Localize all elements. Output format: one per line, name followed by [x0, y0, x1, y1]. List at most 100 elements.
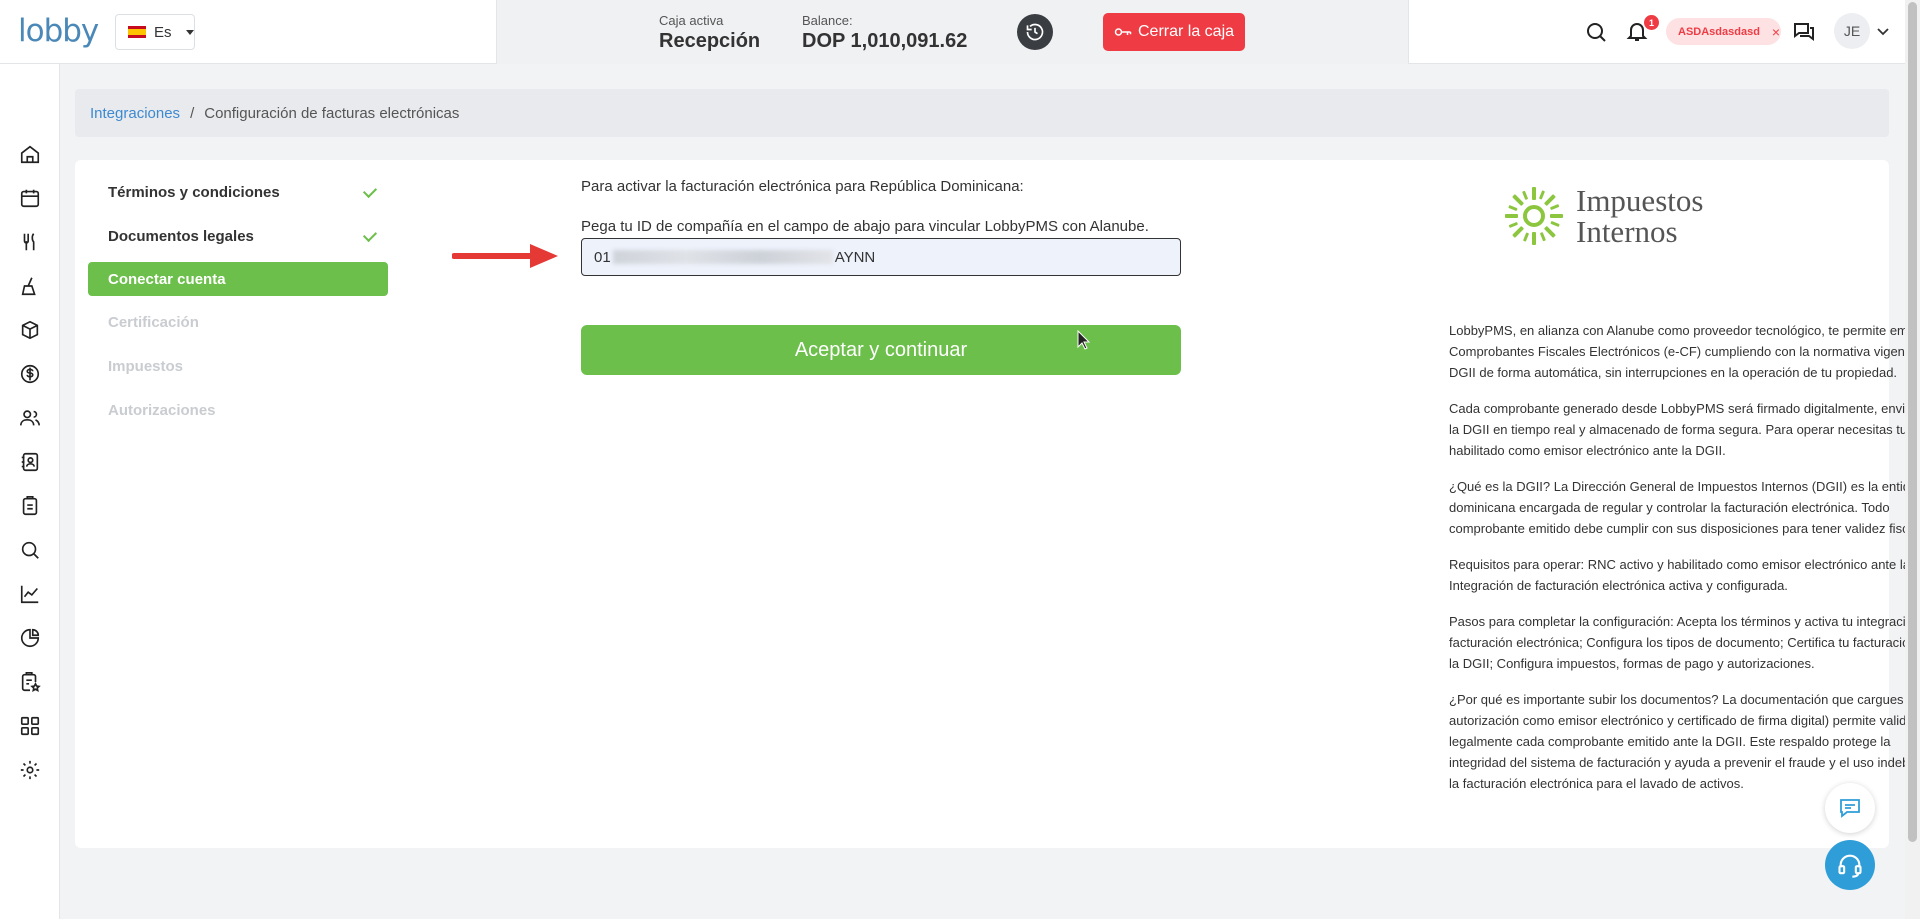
home-icon [20, 145, 40, 164]
dgii-wordmark: Impuestos Internos [1576, 185, 1703, 247]
caret-down-icon [185, 29, 194, 35]
close-cash-button[interactable]: Cerrar la caja [1103, 13, 1245, 51]
grid-icon [20, 716, 40, 736]
sidebar-item-inventory[interactable] [18, 318, 42, 342]
info-paragraph: Requisitos para operar: RNC activo y hab… [1449, 557, 1920, 593]
gear-icon [20, 760, 40, 780]
breadcrumb-integraciones-link[interactable]: Integraciones [90, 105, 180, 122]
address-book-icon [21, 452, 39, 472]
sidebar-item-settings[interactable] [18, 758, 42, 782]
info-paragraph: ¿Por qué es importante subir los documen… [1449, 692, 1920, 791]
info-paragraph: ¿Qué es la DGII? La Dirección General de… [1449, 479, 1920, 536]
pie-chart-icon [20, 628, 40, 648]
info-paragraph: Cada comprobante generado desde LobbyPMS… [1449, 401, 1920, 458]
search-icon [1587, 23, 1606, 42]
cash-register-bar: Caja activa Recepción Balance: DOP 1,010… [496, 0, 1409, 64]
breadcrumb-separator: / [190, 104, 195, 122]
step-terms[interactable]: Términos y condiciones [88, 174, 388, 210]
info-paragraph: Pasos para completar la configuración: A… [1449, 614, 1920, 671]
box-icon [21, 320, 39, 340]
step-label: Términos y condiciones [108, 183, 280, 201]
property-tag-label: ASDAsdasdasd [1678, 25, 1760, 38]
messages-button[interactable] [1792, 20, 1816, 44]
sidebar-item-calendar[interactable] [18, 186, 42, 210]
setup-steps: Términos y condiciones Documentos legale… [88, 174, 388, 436]
sidebar-item-guests[interactable] [18, 406, 42, 430]
balance: Balance: DOP 1,010,091.62 [802, 13, 967, 53]
app-logo[interactable]: lobby [18, 13, 99, 49]
breadcrumb-current: Configuración de facturas electrónicas [204, 104, 460, 122]
active-cash-label: Caja activa [659, 13, 724, 28]
language-selector[interactable]: Es [115, 14, 195, 50]
info-paragraph: LobbyPMS, en alianza con Alanube como pr… [1449, 323, 1920, 380]
close-cash-label: Cerrar la caja [1137, 23, 1235, 40]
breadcrumb: Integraciones / Configuración de factura… [75, 89, 1889, 137]
fork-knife-icon [23, 233, 35, 251]
chevron-down-icon[interactable] [1876, 24, 1890, 38]
step-certification: Certificación [88, 304, 388, 340]
main-card: Términos y condiciones Documentos legale… [75, 160, 1920, 848]
step-label: Autorizaciones [108, 401, 216, 419]
cash-history-button[interactable] [1017, 14, 1053, 50]
search-button[interactable] [1584, 20, 1608, 44]
sidebar-item-contacts[interactable] [18, 450, 42, 474]
sidebar-item-reviews[interactable] [18, 670, 42, 694]
dgii-line2: Internos [1576, 214, 1678, 249]
accept-continue-button[interactable]: Aceptar y continuar [581, 325, 1181, 375]
step-connect-account[interactable]: Conectar cuenta [88, 262, 388, 296]
close-icon[interactable]: × [1772, 24, 1780, 40]
scrollbar-thumb[interactable] [1908, 2, 1917, 842]
dgii-line1: Impuestos [1576, 183, 1704, 218]
support-button[interactable] [1825, 840, 1875, 890]
key-icon [1114, 28, 1132, 36]
clipboard-star-icon [21, 672, 41, 692]
history-icon [1026, 23, 1044, 41]
user-avatar[interactable]: JE [1834, 13, 1870, 49]
info-panel: LobbyPMS, en alianza con Alanube como pr… [1449, 320, 1920, 809]
top-bar: lobby Es Caja activa Recepción Balance: … [0, 0, 1905, 64]
spain-flag-icon [128, 26, 146, 38]
sidebar-item-home[interactable] [18, 142, 42, 166]
step-label: Impuestos [108, 357, 184, 375]
broom-icon [21, 277, 36, 296]
chat-bubble-icon [1840, 799, 1860, 818]
line-chart-icon [20, 585, 39, 604]
step-legal-documents[interactable]: Documentos legales [88, 218, 388, 254]
chat-widget-button[interactable] [1825, 783, 1875, 833]
sidebar-item-analytics[interactable] [18, 626, 42, 650]
balance-value: DOP 1,010,091.62 [802, 30, 968, 52]
sidebar-item-finance[interactable] [18, 362, 42, 386]
users-icon [20, 410, 40, 426]
language-label: Es [154, 23, 172, 41]
sidebar-item-restaurant[interactable] [18, 230, 42, 254]
sidebar-item-tasks[interactable] [18, 494, 42, 518]
sidebar-item-apps[interactable] [18, 714, 42, 738]
dgii-logo: Impuestos Internos [1502, 184, 1703, 248]
sidebar-item-reports[interactable] [18, 582, 42, 606]
red-arrow-icon [452, 244, 558, 268]
calendar-icon [20, 189, 40, 208]
step-label: Certificación [108, 313, 199, 331]
notification-badge: 1 [1644, 15, 1659, 30]
sun-logo-icon [1505, 187, 1563, 245]
property-tag[interactable]: ASDAsdasdasd × [1666, 18, 1781, 45]
company-id-prefix: 01 [594, 248, 611, 266]
company-id-input[interactable]: 01 AYNN [581, 238, 1181, 276]
step-label: Documentos legales [108, 227, 254, 245]
active-cash: Caja activa Recepción [659, 13, 760, 53]
sidebar [0, 64, 60, 919]
chat-icon [1794, 23, 1814, 41]
clipboard-icon [22, 496, 38, 516]
sidebar-item-housekeeping[interactable] [18, 274, 42, 298]
dollar-icon [20, 364, 40, 384]
company-id-suffix: AYNN [834, 248, 876, 266]
mouse-cursor-icon [1077, 330, 1091, 350]
headset-icon [1838, 854, 1862, 878]
balance-label: Balance: [802, 13, 853, 28]
active-cash-value: Recepción [659, 30, 761, 52]
company-id-redacted [612, 250, 833, 264]
sidebar-item-search[interactable] [18, 538, 42, 562]
page-scrollbar[interactable] [1905, 0, 1920, 919]
step-taxes: Impuestos [88, 348, 388, 384]
form-hint: Pega tu ID de compañía en el campo de ab… [581, 218, 1149, 235]
